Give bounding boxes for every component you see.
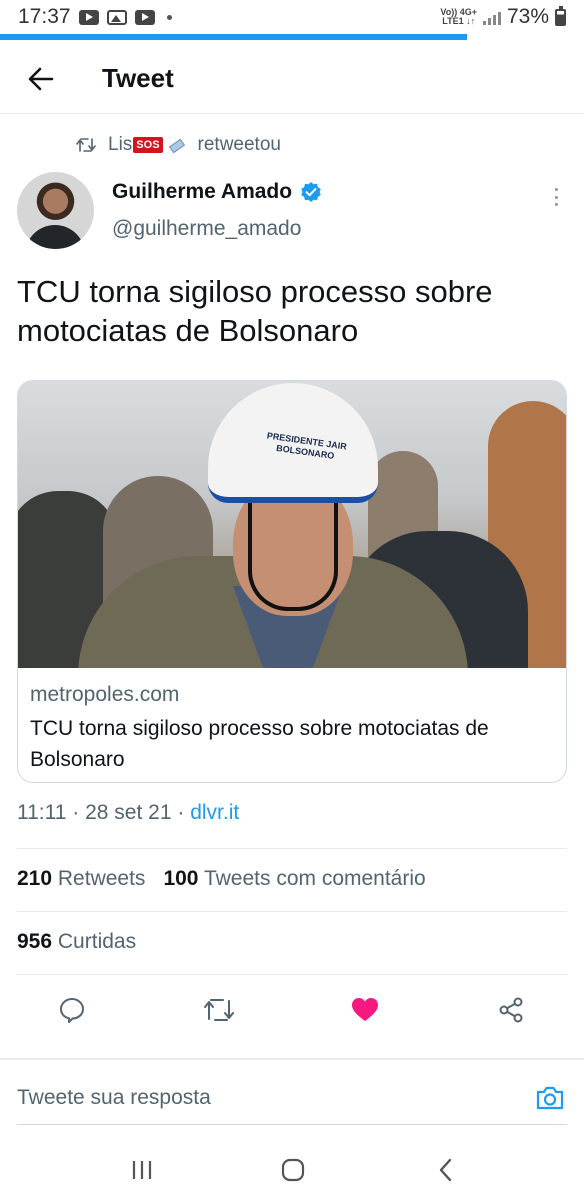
retweet-button[interactable] [199, 990, 239, 1030]
network-indicator: Vo)) 4G+ LTE1 ↓↑ [440, 7, 477, 26]
quote-tweets-stat[interactable]: 100 Tweets com comentário [163, 867, 425, 891]
youtube-icon [134, 9, 155, 25]
android-nav-bar [0, 1140, 584, 1200]
retweets-stat[interactable]: 210 Retweets [17, 867, 145, 891]
tweet-date: 28 set 21 [85, 801, 172, 824]
home-button[interactable] [273, 1150, 313, 1190]
page-load-progress [0, 34, 584, 40]
divider [17, 848, 567, 849]
divider [0, 1058, 584, 1060]
tweet-time: 11:11 [17, 801, 67, 824]
status-bar: 17:37 Vo)) 4G+ LTE1 ↓↑ 73% [0, 0, 584, 34]
tweet-source-link[interactable]: dlvr.it [190, 801, 239, 824]
battery-percent: 73% [506, 5, 549, 28]
tweet-actions [0, 990, 584, 1030]
tweet-timestamp: 11:11 · 28 set 21 · dlvr.it [17, 801, 240, 824]
tweet-text: TCU torna sigiloso processo sobre motoci… [17, 274, 493, 348]
home-icon [281, 1158, 305, 1182]
link-card-title: TCU torna sigiloso processo sobre motoci… [30, 717, 489, 771]
retweeter-name[interactable]: Lis SOS [108, 134, 188, 156]
likes-stat[interactable]: 956 Curtidas [17, 930, 136, 954]
likes-row: 956 Curtidas [17, 930, 136, 954]
notification-dot-icon [166, 14, 172, 20]
reply-underline [17, 1124, 567, 1125]
link-card[interactable]: PRESIDENTE JAIR BOLSONARO metropoles.com… [17, 380, 567, 783]
back-button[interactable] [0, 44, 82, 114]
page-title: Tweet [102, 63, 174, 93]
retweet-label: retweetou [197, 134, 281, 155]
gallery-icon [106, 9, 127, 25]
signal-icon [482, 9, 501, 25]
syringe-icon [166, 140, 188, 150]
retweet-icon [204, 999, 234, 1021]
share-icon [499, 997, 523, 1023]
page-load-progress-fill [0, 34, 468, 40]
arrow-left-icon [28, 67, 54, 90]
author-name[interactable]: Guilherme Amado [112, 180, 322, 204]
back-icon [439, 1158, 452, 1182]
retweeter-text: Lis [108, 134, 133, 155]
top-app-bar: Tweet [0, 44, 584, 114]
camera-icon [536, 1086, 564, 1110]
status-time: 17:37 [18, 5, 71, 28]
recents-icon [132, 1161, 152, 1179]
reply-composer[interactable]: Tweete sua resposta [0, 1072, 584, 1124]
battery-icon [555, 5, 566, 26]
reply-button[interactable] [52, 990, 92, 1030]
sos-badge: SOS [133, 137, 163, 153]
divider [17, 974, 567, 975]
divider [17, 911, 567, 912]
more-options-button[interactable] [546, 186, 566, 208]
reply-icon [60, 998, 84, 1023]
like-icon [352, 998, 378, 1021]
recents-button[interactable] [122, 1150, 162, 1190]
camera-button[interactable] [532, 1080, 568, 1116]
author-handle[interactable]: @guilherme_amado [112, 217, 301, 241]
reply-input[interactable]: Tweete sua resposta [17, 1086, 211, 1110]
retweet-icon [76, 138, 96, 152]
link-card-domain: metropoles.com [30, 683, 180, 706]
link-card-image: PRESIDENTE JAIR BOLSONARO [18, 381, 566, 668]
share-button[interactable] [491, 990, 531, 1030]
engagement-row: 210 Retweets 100 Tweets com comentário [17, 867, 426, 891]
more-vertical-icon [554, 188, 558, 191]
author-display-name: Guilherme Amado [112, 180, 293, 203]
avatar[interactable] [17, 172, 94, 249]
retweeted-by: Lis SOS retweetou [0, 130, 584, 160]
youtube-icon [78, 9, 99, 25]
verified-badge-icon [301, 182, 321, 202]
like-button[interactable] [345, 990, 385, 1030]
nav-back-button[interactable] [426, 1150, 466, 1190]
